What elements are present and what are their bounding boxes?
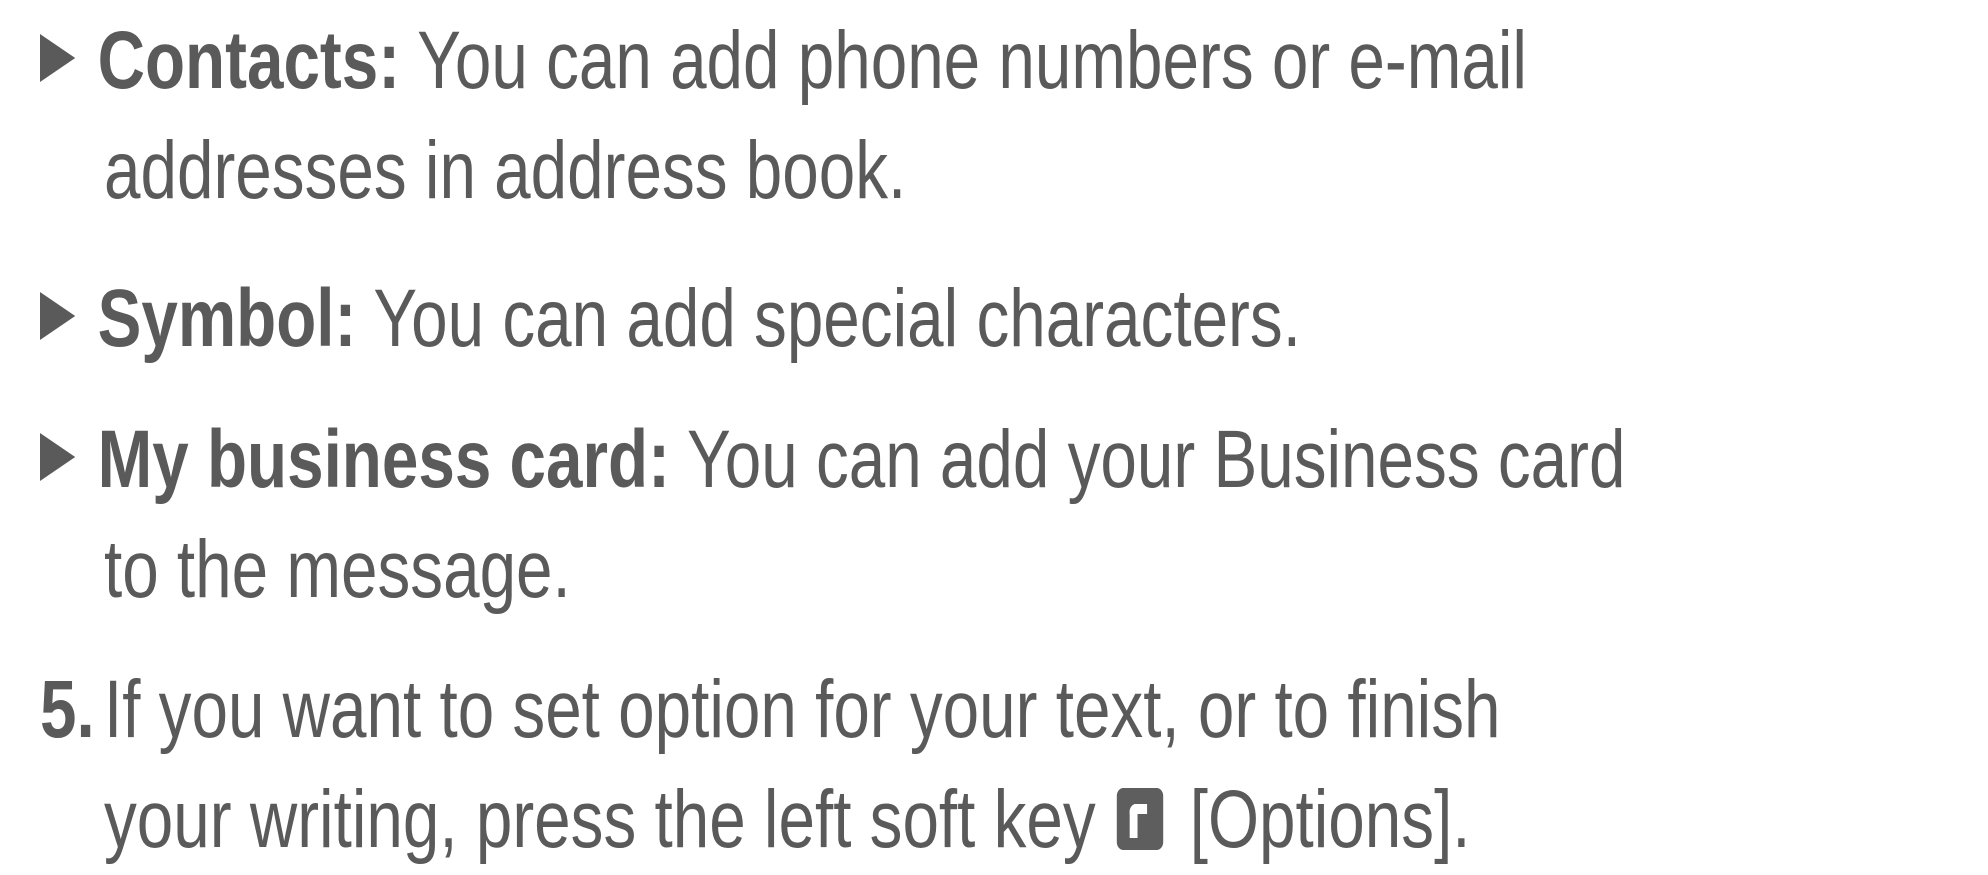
bullet-contacts-line-1: Contacts: You can add phone numbers or e… bbox=[40, 6, 1592, 116]
bullet-arrow-icon bbox=[40, 433, 76, 482]
step-5-text-1: If you want to set option for your text,… bbox=[104, 664, 1501, 755]
bullet-arrow-icon bbox=[40, 292, 76, 341]
step-5-text-2: your writing, press the left soft key bbox=[104, 774, 1096, 865]
bullet-contacts-line-2: addresses in address book. bbox=[104, 125, 907, 216]
bullet-symbol-line-1: Symbol: You can add special characters. bbox=[40, 264, 1592, 374]
options-label: [Options]. bbox=[1189, 774, 1471, 865]
bullet-arrow-icon bbox=[40, 34, 76, 83]
manual-page: Contacts: You can add phone numbers or e… bbox=[0, 0, 1988, 866]
bullet-business-card: My business card: You can add your Busin… bbox=[40, 405, 1980, 625]
step-5-line-2: your writing, press the left soft key [O… bbox=[40, 765, 1592, 875]
term-my-business-card: My business card: bbox=[97, 414, 670, 505]
bullet-business-card-line-1: My business card: You can add your Busin… bbox=[40, 405, 1625, 515]
bullet-business-card-line-2: to the message. bbox=[104, 524, 571, 615]
contacts-description: You can add phone numbers or e-mail bbox=[400, 15, 1528, 106]
bullet-symbol: Symbol: You can add special characters. bbox=[40, 264, 1980, 374]
business-card-description: You can add your Business card bbox=[669, 414, 1626, 505]
bullet-contacts: Contacts: You can add phone numbers or e… bbox=[40, 6, 1980, 226]
step-number: 5. bbox=[40, 664, 95, 755]
left-soft-key-icon bbox=[1117, 788, 1164, 851]
step-5-line-1: 5. If you want to set option for your tex… bbox=[40, 655, 1592, 765]
step-5: 5. If you want to set option for your tex… bbox=[40, 655, 1980, 875]
term-symbol: Symbol: bbox=[97, 273, 357, 364]
symbol-description: You can add special characters. bbox=[356, 273, 1301, 364]
term-contacts: Contacts: bbox=[97, 15, 401, 106]
